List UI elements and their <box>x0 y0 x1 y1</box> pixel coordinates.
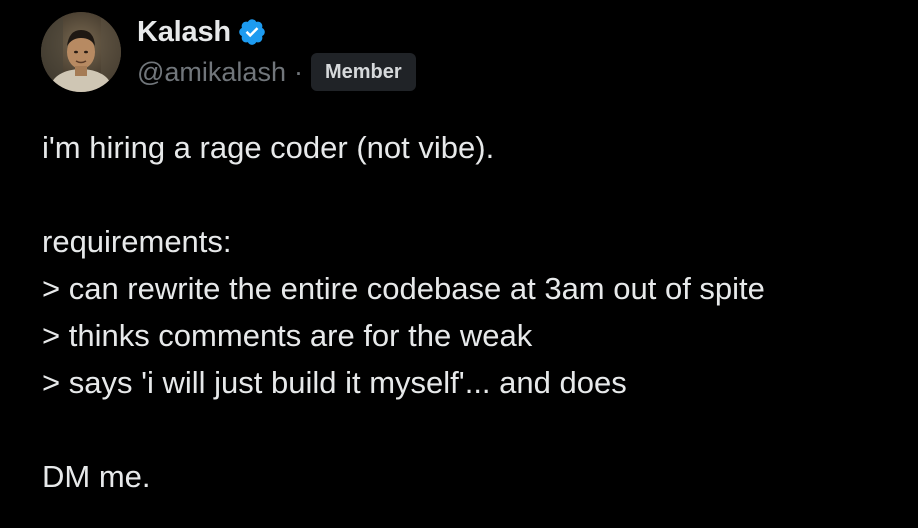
avatar[interactable] <box>41 12 121 92</box>
display-name[interactable]: Kalash <box>137 16 231 49</box>
tweet-line: > says 'i will just build it myself'... … <box>42 365 627 400</box>
separator-dot: · <box>293 56 303 87</box>
verified-badge-icon[interactable] <box>237 17 267 47</box>
tweet-line: requirements: <box>42 224 232 259</box>
author-handle[interactable]: @amikalash <box>137 57 286 88</box>
tweet-line: > can rewrite the entire codebase at 3am… <box>42 271 765 306</box>
tweet-line: i'm hiring a rage coder (not vibe). <box>42 130 495 165</box>
tweet-card: Kalash @amikalash · Member i'm hiring a … <box>0 0 918 528</box>
author-handle-row: @amikalash · Member <box>137 52 416 92</box>
member-badge[interactable]: Member <box>310 53 416 91</box>
author-name-row: Kalash <box>137 12 267 52</box>
tweet-text: i'm hiring a rage coder (not vibe). requ… <box>42 124 902 500</box>
tweet-line: > thinks comments are for the weak <box>42 318 533 353</box>
tweet-line: DM me. <box>42 459 151 494</box>
avatar-image <box>41 12 121 92</box>
